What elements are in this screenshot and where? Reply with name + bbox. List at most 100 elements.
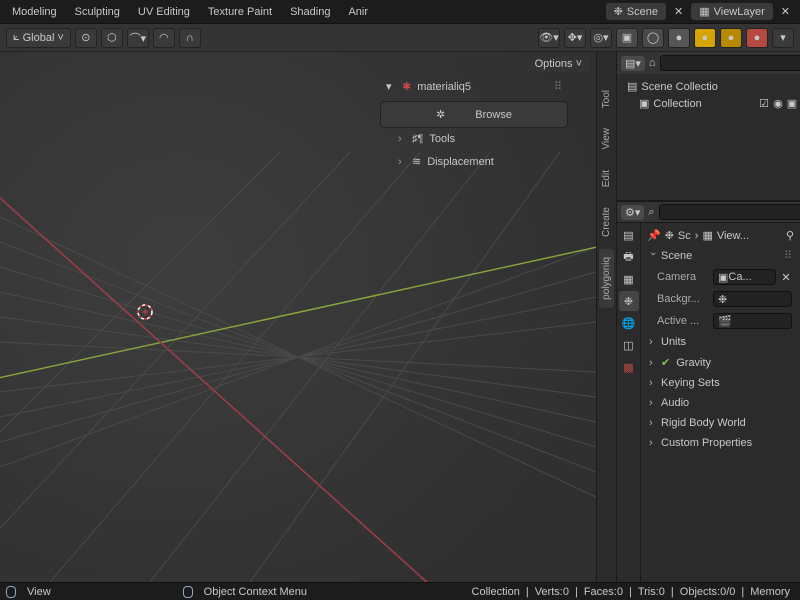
outliner-root-label: Scene Collectio — [641, 81, 717, 93]
status-faces: Faces:0 — [580, 586, 627, 598]
snap-dropdown[interactable]: ⌒▾ — [127, 28, 149, 48]
browse-button[interactable]: ✲ Browse — [380, 101, 568, 128]
chevron-right-icon: › — [649, 397, 657, 409]
units-label: Units — [661, 336, 686, 348]
tab-world[interactable]: 🌐 — [619, 313, 639, 333]
customprops-panel-header[interactable]: › Custom Properties — [645, 434, 796, 452]
outliner-mode-dropdown[interactable]: ▤▾ — [621, 56, 645, 71]
displacement-label: Displacement — [427, 156, 494, 168]
scene-panel-header[interactable]: › Scene ⠿ — [645, 246, 796, 265]
pin-icon[interactable]: 📌 — [647, 229, 661, 242]
camera-value: Ca... — [728, 271, 751, 283]
clip-icon: 🎬 — [718, 315, 732, 328]
addon-tools-section[interactable]: › ♯¶ Tools — [380, 128, 568, 150]
workspace-tab-uvediting[interactable]: UV Editing — [132, 3, 196, 21]
xray-toggle[interactable]: ▣ — [616, 28, 638, 48]
orientation-icon: ⟀ — [13, 31, 20, 44]
tab-texture[interactable]: ▩ — [619, 357, 639, 377]
audio-panel-header[interactable]: › Audio — [645, 394, 796, 412]
chevron-right-icon: › — [649, 377, 657, 389]
chevron-down-icon: ˅ — [57, 32, 63, 44]
orientation-dropdown[interactable]: ⟀ Global ˅ — [6, 28, 71, 48]
status-collection: Collection — [468, 586, 524, 598]
collection-icon: ▤ — [627, 80, 637, 93]
tab-object[interactable]: ◫ — [619, 335, 639, 355]
workspace-tab-animation[interactable]: Anir — [342, 3, 374, 21]
chevron-right-icon: › — [649, 417, 657, 429]
proportional-edit-toggle[interactable]: ◠ — [153, 28, 175, 48]
breadcrumb-scene[interactable]: Sc — [678, 230, 691, 242]
rigidbody-panel-header[interactable]: › Rigid Body World — [645, 414, 796, 432]
snap-toggle[interactable]: ⬡ — [101, 28, 123, 48]
npanel-tab-create[interactable]: Create — [599, 199, 614, 245]
npanel-tab-tool[interactable]: Tool — [599, 82, 614, 116]
breadcrumb-layer[interactable]: View... — [717, 230, 749, 242]
keying-panel-header[interactable]: › Keying Sets — [645, 374, 796, 392]
viewlayer-selector[interactable]: ▦ ViewLayer — [691, 3, 773, 20]
addon-title: materialiq5 — [417, 81, 471, 93]
tools-label: Tools — [429, 133, 455, 145]
pivot-dropdown[interactable]: ⊙ — [75, 28, 97, 48]
active-clip-input[interactable]: 🎬 — [713, 313, 792, 329]
tab-output[interactable]: 🖶 — [619, 247, 639, 267]
chevron-right-icon: › — [649, 357, 657, 369]
scene-selector[interactable]: ❉ Scene — [606, 3, 666, 20]
viewlayer-close-button[interactable]: ✕ — [777, 5, 794, 18]
mouse-right-icon — [183, 586, 193, 598]
overlay-dropdown[interactable]: ◎▾ — [590, 28, 612, 48]
shading-wireframe[interactable]: ◯ — [642, 28, 664, 48]
properties-panel: 📌 ❉ Sc › ▦ View... ⚲ › Scene ⠿ Camera ▣ — [641, 223, 800, 582]
units-panel-header[interactable]: › Units — [645, 333, 796, 351]
outliner-search-input[interactable] — [660, 55, 800, 71]
tab-scene[interactable]: ❉ — [619, 291, 639, 311]
properties-search-input[interactable] — [659, 204, 800, 220]
pin-toggle[interactable]: ⚲ — [786, 229, 794, 242]
gizmo-dropdown[interactable]: ✥▾ — [564, 28, 586, 48]
outliner-collection-row[interactable]: ▣ Collection ☑ ◉ ▣ — [619, 95, 798, 112]
tab-viewlayer[interactable]: ▦ — [619, 269, 639, 289]
exclude-toggle[interactable]: ☑ — [758, 97, 770, 110]
outliner-scene-collection[interactable]: ▤ Scene Collectio — [619, 78, 798, 95]
outline-nav-icon[interactable]: ⌂ — [649, 57, 656, 69]
npanel-tab-edit[interactable]: Edit — [599, 162, 614, 195]
camera-input[interactable]: ▣ Ca... — [713, 269, 776, 285]
addon-panel-header[interactable]: ▾ ✱ materialiq5 ⠿ — [380, 76, 568, 97]
proportional-falloff-dropdown[interactable]: ∩ — [179, 28, 201, 48]
shading-dropdown[interactable]: ▾ — [772, 28, 794, 48]
viewport-3d[interactable]: Options ˅ ▾ ✱ materialiq5 ⠿ ✲ Browse › ♯… — [0, 52, 596, 582]
workspace-tab-sculpting[interactable]: Sculpting — [69, 3, 126, 21]
search-icon: ⌕ — [648, 206, 654, 219]
camera-label: Camera — [657, 271, 709, 283]
audio-label: Audio — [661, 397, 689, 409]
customprops-label: Custom Properties — [661, 437, 752, 449]
scene-close-button[interactable]: ✕ — [670, 5, 687, 18]
chevron-right-icon: › — [649, 336, 657, 348]
shading-rendered[interactable]: ● — [720, 28, 742, 48]
background-input[interactable]: ❉ — [713, 291, 792, 307]
options-dropdown[interactable]: Options ˅ — [527, 56, 590, 72]
npanel-tab-view[interactable]: View — [599, 120, 614, 158]
camera-icon: ▣ — [718, 271, 728, 284]
workspace-tab-modeling[interactable]: Modeling — [6, 3, 63, 21]
clear-button[interactable]: ✕ — [780, 271, 792, 284]
tab-render[interactable]: ▤ — [619, 225, 639, 245]
render-toggle[interactable]: ▣ — [786, 97, 798, 110]
workspace-tab-shading[interactable]: Shading — [284, 3, 336, 21]
workspace-tab-texturepaint[interactable]: Texture Paint — [202, 3, 278, 21]
properties-mode-dropdown[interactable]: ⚙▾ — [621, 205, 644, 220]
shading-solid[interactable]: ● — [668, 28, 690, 48]
panel-menu-icon[interactable]: ⠿ — [554, 80, 562, 93]
shading-extra[interactable]: ● — [746, 28, 768, 48]
addon-panel: ▾ ✱ materialiq5 ⠿ ✲ Browse › ♯¶ Tools › … — [380, 76, 568, 173]
gravity-panel-header[interactable]: › ✔ Gravity — [645, 353, 796, 372]
right-column: ▤▾ ⌂ ▽ ▤ Scene Collectio ▣ Collection ☑ … — [616, 52, 800, 582]
browse-label: Browse — [475, 109, 512, 121]
shading-preview[interactable]: ● — [694, 28, 716, 48]
check-icon[interactable]: ✔ — [661, 356, 670, 369]
addon-displacement-section[interactable]: › ≋ Displacement — [380, 150, 568, 173]
panel-menu-icon[interactable]: ⠿ — [784, 249, 792, 262]
visibility-dropdown[interactable]: 👁▾ — [538, 28, 560, 48]
chevron-right-icon: › — [398, 133, 406, 145]
npanel-tab-polygoniq[interactable]: polygoniq — [599, 249, 614, 308]
visibility-toggle[interactable]: ◉ — [772, 97, 784, 110]
